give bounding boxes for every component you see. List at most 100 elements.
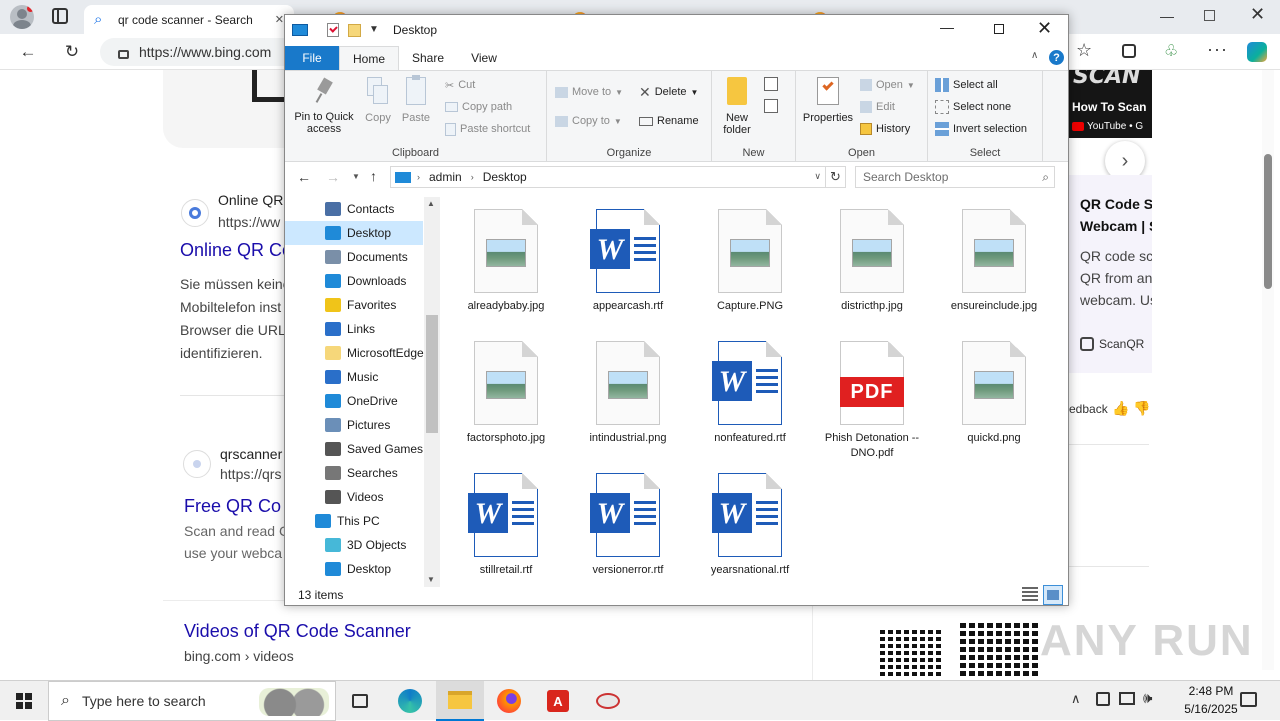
file-item[interactable]: quickd.png	[939, 341, 1049, 446]
nav-item[interactable]: Links	[285, 317, 423, 341]
card-title[interactable]: Webcam | S	[1080, 218, 1152, 234]
nav-item[interactable]: Documents	[285, 245, 423, 269]
recent-locations-icon[interactable]: ▼	[352, 172, 360, 181]
paste-button[interactable]: Paste	[399, 75, 433, 124]
tab-share[interactable]: Share	[403, 46, 453, 70]
back-arrow-icon[interactable]: ←	[297, 169, 311, 185]
card-title[interactable]: QR Code Sc	[1080, 196, 1152, 212]
tab-close-icon[interactable]: ✕	[275, 13, 284, 26]
extensions-icon[interactable]: ♧	[1164, 41, 1178, 61]
move-to-button[interactable]: Move to ▼	[555, 82, 623, 102]
cut-button[interactable]: ✂ Cut	[445, 75, 475, 95]
refresh-icon[interactable]: ↻	[826, 166, 846, 188]
invert-selection-button[interactable]: Invert selection	[935, 119, 1027, 139]
restore-browser-button[interactable]	[1204, 10, 1215, 21]
taskbar-search[interactable]: ⌕ Type here to search	[48, 681, 336, 721]
new-folder-button[interactable]: New folder	[716, 77, 758, 136]
file-item[interactable]: Wappearcash.rtf	[573, 209, 683, 314]
firefox-taskbar-button[interactable]	[485, 681, 533, 721]
file-item[interactable]: ensureinclude.jpg	[939, 209, 1049, 314]
history-button[interactable]: History	[860, 119, 910, 139]
videos-title-link[interactable]: Videos of QR Code Scanner	[184, 621, 411, 642]
breadcrumb-desktop[interactable]: Desktop	[483, 170, 527, 184]
nav-item[interactable]: Desktop	[285, 557, 423, 581]
new-item-icon[interactable]	[764, 77, 778, 91]
network-icon[interactable]	[1096, 692, 1110, 706]
nav-item[interactable]: Desktop	[285, 221, 423, 245]
close-browser-button[interactable]: ✕	[1250, 4, 1265, 25]
copy-to-button[interactable]: Copy to ▼	[555, 111, 622, 131]
notifications-icon[interactable]	[1240, 692, 1257, 707]
thumbs-down-icon[interactable]: 👎	[1133, 400, 1150, 417]
file-item[interactable]: Wyearsnational.rtf	[695, 473, 805, 578]
file-item[interactable]: alreadybaby.jpg	[451, 209, 561, 314]
close-button[interactable]: ✕	[1037, 18, 1052, 39]
more-menu-icon[interactable]: ···	[1207, 39, 1228, 60]
forward-arrow-icon[interactable]: →	[326, 169, 340, 185]
nav-item[interactable]: OneDrive	[285, 389, 423, 413]
new-folder-qat-icon[interactable]	[348, 24, 361, 37]
scanqr-source[interactable]: ScanQR	[1080, 337, 1144, 351]
edge-taskbar-button[interactable]	[386, 681, 434, 721]
rename-button[interactable]: Rename	[639, 111, 699, 131]
nav-item[interactable]: Pictures	[285, 413, 423, 437]
nav-item[interactable]: MicrosoftEdge	[285, 341, 424, 365]
qat-dropdown-icon[interactable]: ▼	[369, 24, 379, 35]
tab-home[interactable]: Home	[339, 46, 399, 70]
start-button[interactable]	[0, 681, 48, 721]
properties-button[interactable]: Properties	[798, 77, 858, 124]
minimize-button[interactable]: —	[940, 19, 954, 35]
acrobat-taskbar-button[interactable]: A	[534, 681, 582, 721]
properties-qat-icon[interactable]	[327, 23, 339, 37]
select-none-button[interactable]: Select none	[935, 97, 1011, 117]
file-item[interactable]: factorsphoto.jpg	[451, 341, 561, 446]
nav-item[interactable]: Downloads	[285, 269, 423, 293]
scroll-up-icon[interactable]: ▲	[427, 199, 435, 208]
scroll-down-icon[interactable]: ▼	[427, 575, 435, 584]
easy-access-icon[interactable]	[764, 99, 778, 113]
favorites-star-icon[interactable]: ☆	[1076, 40, 1092, 61]
nav-item[interactable]: Videos	[285, 485, 423, 509]
details-view-icon[interactable]	[1022, 587, 1038, 601]
profile-avatar-icon[interactable]	[10, 5, 34, 29]
file-item[interactable]: Wversionerror.rtf	[573, 473, 683, 578]
result-title-link[interactable]: Free QR Co	[184, 496, 281, 517]
nav-item[interactable]: Contacts	[285, 197, 423, 221]
refresh-button[interactable]: ↻	[58, 38, 86, 66]
nav-item[interactable]: Saved Games	[285, 437, 423, 461]
nav-item[interactable]: 3D Objects	[285, 533, 423, 557]
copy-path-button[interactable]: Copy path	[445, 97, 512, 117]
browser-tab[interactable]: ⌕ qr code scanner - Search ✕	[84, 5, 294, 34]
qr-code-image[interactable]	[880, 630, 942, 676]
file-item[interactable]: Wstillretail.rtf	[451, 473, 561, 578]
minimize-browser-button[interactable]: —	[1160, 8, 1174, 24]
result-title-link[interactable]: Online QR Co	[180, 240, 292, 261]
maximize-button[interactable]	[994, 24, 1004, 34]
explorer-taskbar-button[interactable]	[436, 681, 484, 721]
up-arrow-icon[interactable]: ↑	[370, 168, 377, 184]
file-item[interactable]: intindustrial.png	[573, 341, 683, 446]
large-icons-view-icon[interactable]	[1043, 585, 1063, 605]
search-box[interactable]: Search Desktop ⌕	[855, 166, 1055, 188]
help-icon[interactable]: ?	[1049, 50, 1064, 65]
tab-view[interactable]: View	[463, 46, 505, 70]
qr-code-image[interactable]	[960, 622, 1040, 676]
collections-icon[interactable]	[1122, 44, 1136, 58]
file-item[interactable]: PDF Phish Detonation -- DNO.pdf	[817, 341, 927, 461]
copilot-icon[interactable]	[1247, 42, 1267, 62]
url-field[interactable]: https://www.bing.com	[100, 38, 300, 66]
app-taskbar-button[interactable]	[584, 681, 632, 721]
page-scrollbar[interactable]	[1262, 70, 1274, 670]
nav-item[interactable]: Music	[285, 365, 423, 389]
navigation-scrollbar[interactable]: ▲ ▼	[424, 197, 440, 587]
open-button[interactable]: Open ▼	[860, 75, 915, 95]
file-item[interactable]: Wnonfeatured.rtf	[695, 341, 805, 446]
thumbs-up-icon[interactable]: 👍	[1112, 400, 1129, 417]
select-all-button[interactable]: Select all	[935, 75, 998, 95]
delete-button[interactable]: ✕ Delete ▼	[639, 82, 698, 102]
file-item[interactable]: districthp.jpg	[817, 209, 927, 314]
volume-icon[interactable]: 🕪	[1143, 690, 1152, 707]
address-dropdown-icon[interactable]: ∨	[814, 171, 821, 182]
pin-quick-access-button[interactable]: Pin to Quick access	[289, 77, 359, 135]
breadcrumb-admin[interactable]: admin	[429, 170, 462, 184]
